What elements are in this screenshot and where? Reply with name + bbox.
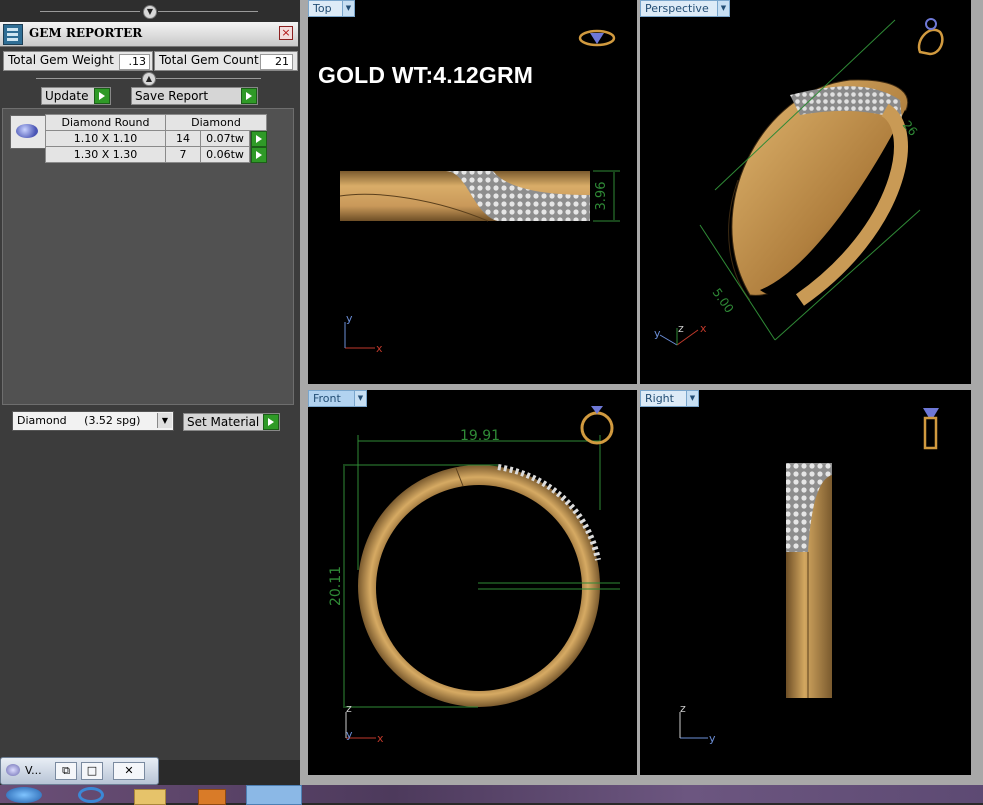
material-select[interactable]: Diamond (3.52 spg) ▼ (12, 411, 174, 431)
total-gem-weight: Total Gem Weight .13 (3, 51, 153, 71)
viewport-tab-perspective[interactable]: Perspective (640, 0, 721, 17)
gem-logo-icon (3, 24, 23, 45)
divider (36, 78, 141, 79)
save-report-button-label: Save Report (135, 89, 209, 103)
set-material-button-label: Set Material (187, 415, 260, 429)
panel-title-bar: GEM REPORTER × (0, 22, 298, 47)
axis-y-label: y (654, 327, 661, 340)
total-gem-count-label: Total Gem Count (159, 53, 259, 67)
dimension-label: 19.91 (460, 428, 500, 444)
save-report-button[interactable]: Save Report (131, 87, 258, 105)
collapse-icon[interactable]: ▼ (143, 5, 157, 19)
ie-icon[interactable] (78, 787, 104, 803)
viewport-tab-right[interactable]: Right (640, 390, 690, 407)
table-header: Diamond Round (45, 114, 166, 131)
total-gem-weight-label: Total Gem Weight (8, 53, 114, 67)
divider (156, 78, 261, 79)
right-view-render: y z (679, 408, 939, 745)
dimension-label: 3.96 (594, 182, 609, 211)
play-icon[interactable] (251, 131, 267, 147)
update-button-label: Update (45, 89, 89, 103)
gem-size-cell: 1.30 X 1.30 (45, 146, 166, 163)
front-view-render: 19.91 20.11 x z y (328, 406, 620, 745)
dimension-label: 5.00 (710, 286, 737, 316)
gem-list: Diamond Round Diamond 1.10 X 1.10 14 0.0… (2, 108, 294, 405)
play-icon[interactable] (241, 88, 257, 104)
gem-count-cell: 14 (165, 130, 201, 147)
ring-preview-icon (578, 29, 616, 47)
axis-y-label: y (346, 728, 353, 741)
panel-top-strip: ▼ (0, 0, 300, 22)
gem-reporter-panel: ▼ GEM REPORTER × Total Gem Weight .13 To… (0, 0, 300, 760)
table-header: Diamond (165, 114, 267, 131)
axis-y-label: y (709, 732, 716, 745)
dimension-label: 20.11 (328, 566, 344, 606)
viewport-frame: 3.96 x y Top ▼ GOLD WT:4.12GRM 26 5.00 x… (300, 0, 983, 785)
axis-z-label: z (346, 702, 352, 715)
play-icon[interactable] (263, 414, 279, 430)
gem-count-cell: 7 (165, 146, 201, 163)
gold-weight-label: GOLD WT:4.12GRM (318, 62, 534, 88)
collapse-icon[interactable]: ▲ (142, 72, 156, 86)
gem-size-cell: 1.10 X 1.10 (45, 130, 166, 147)
close-icon[interactable]: × (279, 26, 293, 40)
gem-reporter-icon (6, 764, 20, 776)
ring-preview-icon (917, 18, 944, 56)
update-button[interactable]: Update (41, 87, 111, 105)
play-icon[interactable] (251, 147, 267, 163)
ring-preview-icon (923, 408, 939, 450)
perspective-view-render: 26 5.00 x y z (654, 18, 944, 346)
gem-weight-cell: 0.06tw (200, 146, 250, 163)
dropdown-arrow-icon[interactable]: ▼ (354, 390, 367, 407)
windows-start-icon[interactable] (6, 787, 42, 803)
dropdown-arrow-icon[interactable]: ▼ (717, 0, 730, 17)
dropdown-arrow-icon[interactable]: ▼ (157, 413, 172, 428)
axis-y-label: y (346, 312, 353, 325)
axis-z-label: z (680, 702, 686, 715)
viewport-perspective[interactable]: 26 5.00 x y z Perspective ▼ (640, 0, 971, 384)
diamond-icon (16, 124, 38, 138)
gem-weight-cell: 0.07tw (200, 130, 250, 147)
restore-icon[interactable]: ⧉ (55, 762, 77, 780)
axis-x-label: x (376, 342, 383, 355)
top-view-render: 3.96 x y (339, 29, 620, 355)
axis-y (659, 334, 678, 346)
viewport-tab-front[interactable]: Front (308, 390, 358, 407)
taskbar-window-label: V... (25, 764, 42, 777)
diamond-round-thumbnail[interactable] (10, 115, 46, 149)
axis-x-label: x (700, 322, 707, 335)
total-gem-count: Total Gem Count 21 (154, 51, 298, 71)
ring-preview-icon (580, 406, 614, 445)
material-select-value: Diamond (3.52 spg) (17, 414, 141, 427)
axis-z-label: z (678, 322, 684, 335)
dropdown-arrow-icon[interactable]: ▼ (342, 0, 355, 17)
dropdown-arrow-icon[interactable]: ▼ (686, 390, 699, 407)
panel-title: GEM REPORTER (29, 26, 143, 40)
viewport-top[interactable]: 3.96 x y Top ▼ GOLD WT:4.12GRM (308, 0, 637, 384)
play-icon[interactable] (94, 88, 110, 104)
maximize-icon[interactable]: □ (81, 762, 103, 780)
ring-inner-opening (376, 485, 582, 691)
divider (158, 11, 258, 12)
app-icon[interactable] (246, 785, 302, 805)
total-gem-count-value: 21 (260, 54, 293, 70)
taskbar-window-button[interactable]: V... ⧉ □ ✕ (0, 757, 159, 785)
windows-taskbar (0, 785, 983, 805)
set-material-button[interactable]: Set Material (183, 413, 280, 431)
close-icon[interactable]: ✕ (113, 762, 145, 780)
viewport-right[interactable]: y z Right ▼ (640, 390, 971, 775)
divider (40, 11, 140, 12)
total-gem-weight-value: .13 (119, 54, 150, 70)
viewport-front[interactable]: 19.91 20.11 x z y Front ▼ (308, 390, 637, 775)
viewport-tab-top[interactable]: Top (308, 0, 344, 17)
axis-x-label: x (377, 732, 384, 745)
